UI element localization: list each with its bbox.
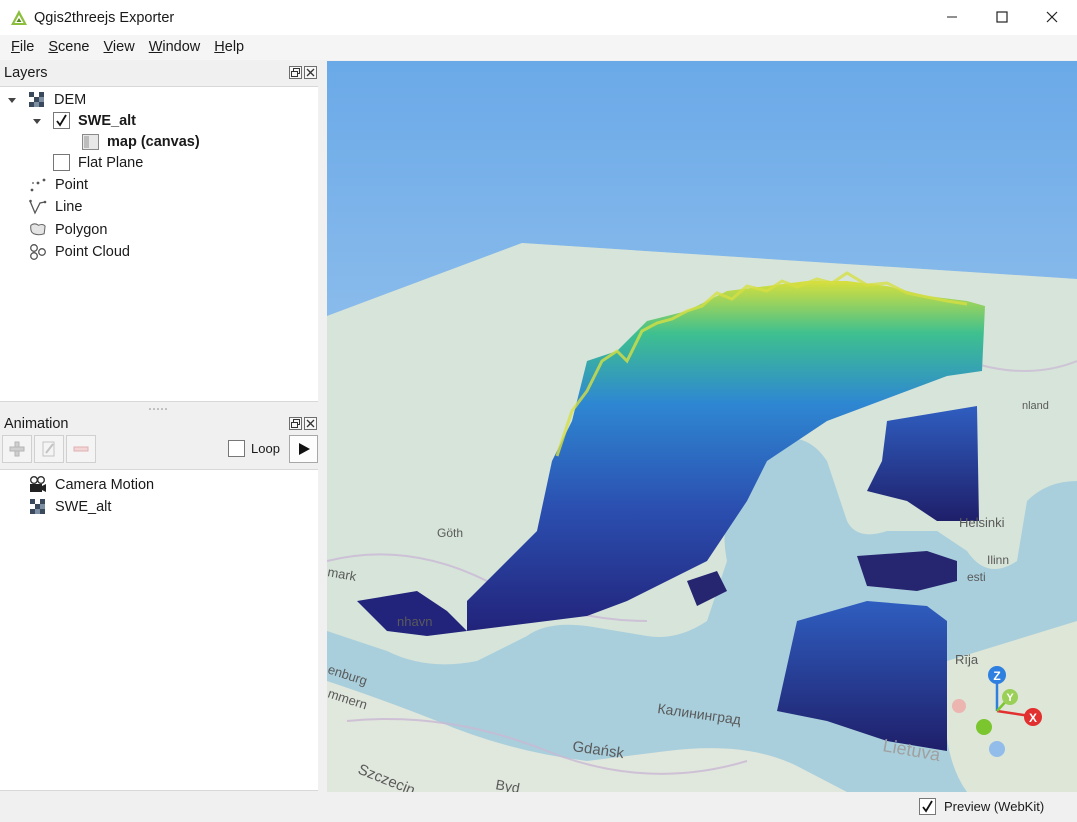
play-button[interactable] (289, 435, 318, 463)
axis-neg-y-handle[interactable] (976, 719, 992, 735)
plus-icon (9, 441, 25, 457)
status-bar: Preview (WebKit) (320, 792, 1077, 822)
menu-file[interactable]: File (4, 35, 41, 60)
loop-checkbox[interactable] (228, 440, 245, 457)
dem-raster-icon (28, 91, 46, 109)
axis-neg-x-handle[interactable] (952, 699, 966, 713)
play-icon (298, 443, 310, 455)
layers-dock-header: Layers (0, 61, 320, 85)
layers-dock-title: Layers (4, 65, 48, 81)
layer-label-flat-plane: Flat Plane (78, 154, 144, 171)
line-layer-icon (29, 198, 47, 216)
layer-label-dem: DEM (54, 91, 87, 108)
layer-group-point-cloud[interactable]: Point Cloud (29, 241, 130, 262)
layer-map-canvas[interactable]: map (canvas) (81, 131, 200, 152)
camera-icon (29, 475, 47, 494)
close-icon (306, 68, 315, 77)
menu-help[interactable]: Help (207, 35, 251, 60)
menu-window[interactable]: Window (142, 35, 208, 60)
axis-z-label: Z (993, 669, 1000, 683)
layer-label-map-canvas: map (canvas) (107, 133, 200, 150)
layer-group-point[interactable]: Point (29, 174, 88, 195)
remove-keyframe-button[interactable] (66, 435, 96, 463)
layer-label-point: Point (55, 176, 89, 193)
preview-toggle[interactable]: Preview (WebKit) (919, 798, 1044, 815)
float-icon (291, 68, 300, 77)
map-label-nland: nland (1022, 400, 1049, 412)
map-label-nhavn: nhavn (397, 614, 432, 629)
animation-toolbar: Loop (0, 433, 320, 465)
minimize-icon (947, 16, 957, 17)
animation-close-button[interactable] (304, 417, 317, 430)
preview-checkbox[interactable] (919, 798, 936, 815)
expand-arrow-icon[interactable] (6, 94, 18, 106)
loop-label: Loop (251, 441, 280, 456)
layer-flat-plane[interactable]: Flat Plane (53, 152, 143, 173)
flat-plane-checkbox[interactable] (53, 154, 70, 171)
layer-swe-alt[interactable]: SWE_alt (31, 110, 136, 131)
add-keyframe-button[interactable] (2, 435, 32, 463)
polygon-layer-icon (29, 221, 47, 239)
animation-float-button[interactable] (289, 417, 302, 430)
point-cloud-icon (29, 243, 47, 261)
layer-label-line: Line (55, 198, 83, 215)
layer-group-polygon[interactable]: Polygon (29, 219, 107, 240)
animation-label-swe-alt: SWE_alt (55, 498, 112, 515)
3d-preview-viewport[interactable]: Gdańsk Калининград Szczecin Lietuva Hels… (327, 61, 1077, 792)
layers-float-button[interactable] (289, 66, 302, 79)
map-label-sti: esti (967, 570, 986, 584)
animation-tree: Camera Motion SWE_alt (0, 469, 318, 791)
left-panel: Layers DEM SWE_alt map (canvas) Flat Pla… (0, 61, 320, 822)
layer-label-swe-alt: SWE_alt (78, 112, 137, 129)
title-bar: Qgis2threejs Exporter (0, 0, 1077, 35)
maximize-button[interactable] (977, 0, 1027, 33)
layer-group-line[interactable]: Line (29, 196, 82, 217)
map-label-lnn: Ilinn (987, 553, 1009, 567)
minus-icon (73, 446, 89, 452)
axis-x-label: X (1029, 711, 1037, 725)
layer-label-point-cloud: Point Cloud (55, 243, 130, 260)
map-label-helsinki: Helsinki (959, 515, 1005, 530)
loop-toggle[interactable]: Loop (228, 440, 280, 457)
pencil-icon (42, 441, 55, 457)
close-button[interactable] (1027, 0, 1077, 33)
animation-label-camera-motion: Camera Motion (55, 476, 155, 493)
animation-item-camera-motion[interactable]: Camera Motion (29, 474, 154, 495)
point-layer-icon (29, 176, 47, 194)
minimize-button[interactable] (927, 0, 977, 33)
qgis2threejs-logo-icon (11, 9, 27, 25)
layer-label-polygon: Polygon (55, 221, 108, 238)
layers-tree: DEM SWE_alt map (canvas) Flat Plane Poin… (0, 86, 318, 402)
menu-bar: File Scene View Window Help (0, 35, 1077, 60)
map-label-riga: Rīja (955, 652, 979, 667)
float-icon (291, 419, 300, 428)
edit-keyframe-button[interactable] (34, 435, 64, 463)
layers-close-button[interactable] (304, 66, 317, 79)
close-icon (306, 419, 315, 428)
menu-scene[interactable]: Scene (41, 35, 96, 60)
checkmark-icon (56, 114, 67, 127)
expand-arrow-icon[interactable] (31, 115, 43, 127)
checkmark-icon (922, 800, 933, 813)
3d-scene[interactable]: Gdańsk Калининград Szczecin Lietuva Hels… (327, 61, 1077, 792)
window-title: Qgis2threejs Exporter (34, 9, 175, 26)
axis-y-label: Y (1006, 692, 1014, 704)
close-icon (1046, 11, 1058, 22)
map-canvas-icon (81, 133, 99, 151)
map-label-goth: Göth (437, 526, 463, 540)
axis-neg-z-handle[interactable] (989, 741, 1005, 757)
preview-label: Preview (WebKit) (944, 799, 1045, 814)
animation-dock-title: Animation (4, 416, 69, 432)
maximize-icon (996, 10, 1008, 23)
menu-view[interactable]: View (97, 35, 142, 60)
splitter-grip-icon (149, 408, 167, 410)
layer-group-dem[interactable]: DEM (6, 89, 86, 110)
animation-item-swe-alt[interactable]: SWE_alt (29, 496, 111, 517)
dem-raster-icon (29, 498, 47, 516)
swe-alt-checkbox[interactable] (53, 112, 70, 129)
